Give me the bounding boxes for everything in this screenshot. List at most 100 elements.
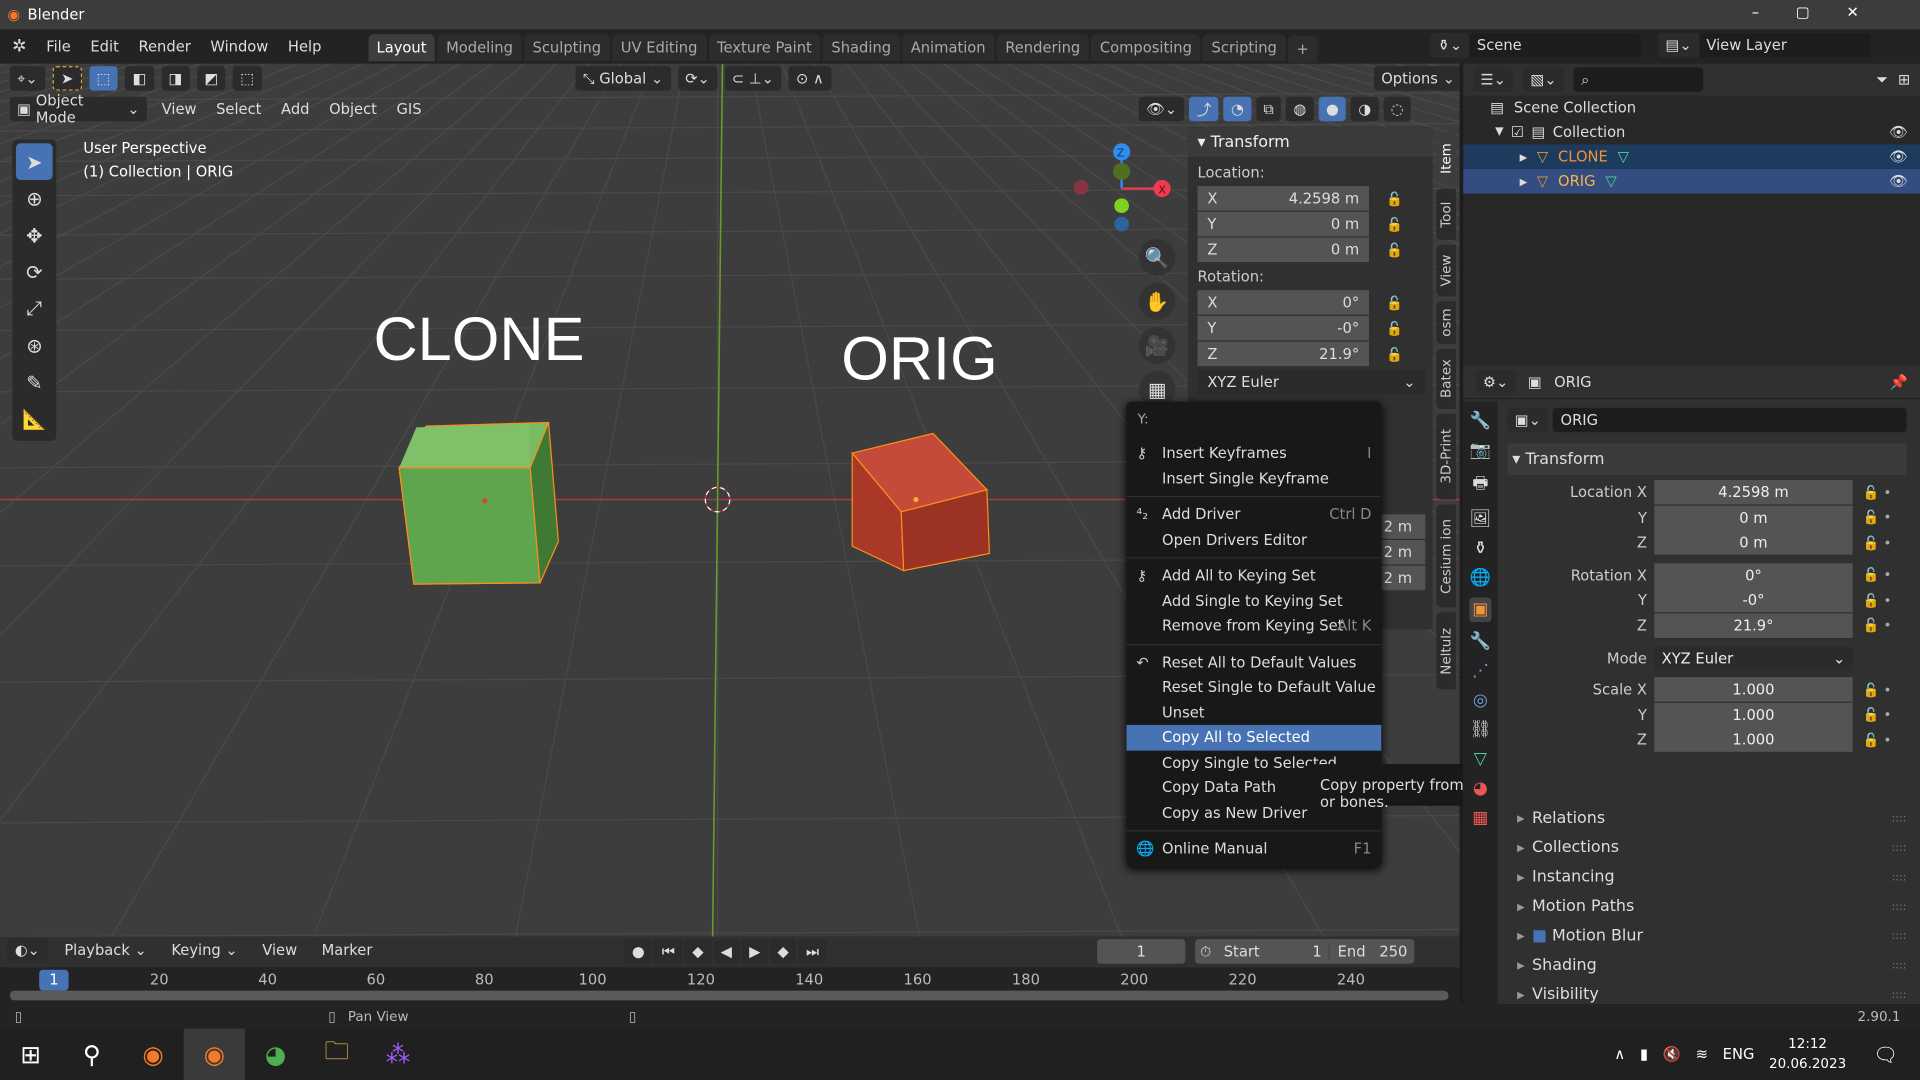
orig-text-object[interactable]: ORIG <box>841 323 997 394</box>
blender-menu-icon[interactable]: ✲ <box>0 37 36 57</box>
tab-uv-editing[interactable]: UV Editing <box>612 34 706 62</box>
playhead[interactable]: 1 <box>39 969 69 991</box>
clone-text-object[interactable]: CLONE <box>373 304 584 375</box>
collection-row[interactable]: ▼ ☑ ▤ Collection 👁 <box>1463 120 1920 144</box>
tab-rendering[interactable]: Rendering <box>996 34 1089 62</box>
object-tab-icon[interactable]: ▣ <box>1469 597 1491 623</box>
tab-sculpting[interactable]: Sculpting <box>523 34 610 62</box>
rotation-z-field[interactable]: Z 21.9° <box>1197 341 1369 367</box>
view-layer-field[interactable]: View Layer <box>1698 33 1871 58</box>
scene-collection-row[interactable]: ▤ Scene Collection <box>1463 96 1920 120</box>
checkbox[interactable]: ☑ <box>1511 124 1524 141</box>
timeline-scrollbar[interactable] <box>9 990 1449 1001</box>
tool-tab-icon[interactable]: 🔧 <box>1470 411 1491 431</box>
panel-motion-blur[interactable]: ▶ ■ Motion Blur:::: <box>1507 921 1906 950</box>
menu-item-unset[interactable]: Unset <box>1127 700 1382 725</box>
tab-compositing[interactable]: Compositing <box>1091 34 1201 62</box>
particles-tab-icon[interactable]: ⋰ <box>1472 661 1489 681</box>
editor-type-icon[interactable]: ⚙⌄ <box>1475 369 1516 394</box>
rotation-y-field[interactable]: Y -0° <box>1197 315 1369 341</box>
eye-icon[interactable]: 👁 <box>1889 173 1908 190</box>
data-tab-icon[interactable]: ▽ <box>1474 749 1487 769</box>
constraints-tab-icon[interactable]: ⛓ <box>1470 720 1492 740</box>
search-icon[interactable]: ⚲ <box>61 1029 122 1080</box>
play-reverse-icon[interactable]: ◀ <box>713 939 740 964</box>
tab-shading[interactable]: Shading <box>822 34 900 62</box>
location-field[interactable]: 0 m <box>1654 505 1853 530</box>
tab-texture-paint[interactable]: Texture Paint <box>708 34 821 62</box>
pan-hand-icon[interactable]: ✋ <box>1138 282 1176 320</box>
lock-icon[interactable]: 🔓 • <box>1862 732 1891 748</box>
zoom-icon[interactable]: 🔍 <box>1138 238 1176 276</box>
timeline-menu-marker[interactable]: Marker <box>312 942 382 959</box>
menu-render[interactable]: Render <box>129 38 201 55</box>
dimension-field[interactable]: 2 m <box>1381 540 1426 565</box>
stopwatch-icon[interactable]: ⏱ <box>1195 942 1216 960</box>
sidebar-tab-tool[interactable]: Tool <box>1436 188 1456 241</box>
timeline-menu-keying[interactable]: Keying ⌄ <box>162 942 248 959</box>
menu-window[interactable]: Window <box>201 38 279 55</box>
tray-chevron-icon[interactable]: ∧ <box>1614 1046 1625 1063</box>
camera-view-icon[interactable]: 🎥 <box>1138 326 1176 364</box>
lock-icon[interactable]: 🔓 <box>1386 347 1403 363</box>
battery-icon[interactable]: ▮ <box>1640 1046 1648 1063</box>
lock-icon[interactable]: 🔓 • <box>1862 617 1891 633</box>
sidebar-tab-neltulz[interactable]: Neltulz <box>1436 612 1456 690</box>
jump-end-icon[interactable]: ⏭ <box>798 939 827 964</box>
tab-layout[interactable]: Layout <box>367 34 436 62</box>
view-layer-tab-icon[interactable]: 🖼 <box>1470 509 1492 529</box>
location-y-field[interactable]: Y 0 m <box>1197 211 1369 237</box>
lock-icon[interactable]: 🔓 • <box>1862 592 1891 608</box>
lock-icon[interactable]: 🔓 <box>1386 321 1403 337</box>
lock-icon[interactable]: 🔓 • <box>1862 567 1891 583</box>
tab-animation[interactable]: Animation <box>902 34 995 62</box>
windows-start-icon[interactable]: ⊞ <box>0 1029 61 1080</box>
prev-keyframe-icon[interactable]: ◆ <box>684 939 711 964</box>
display-mode-icon[interactable]: ▧⌄ <box>1523 67 1564 92</box>
menu-item-add-single-to-keying-set[interactable]: Add Single to Keying Set <box>1127 588 1382 613</box>
chrome-icon[interactable]: ◕ <box>245 1029 306 1080</box>
filter-icon[interactable]: ⏷ <box>1876 70 1888 88</box>
lock-icon[interactable]: 🔓 • <box>1862 535 1891 551</box>
transform-section-header[interactable]: ▾ Transform <box>1507 443 1907 476</box>
timeline-menu-view[interactable]: View <box>252 942 306 959</box>
menu-item-online-manual[interactable]: 🌐 Online Manual F1 <box>1127 836 1382 861</box>
panel-shading[interactable]: ▶ Shading:::: <box>1507 951 1906 980</box>
drag-handle-icon[interactable]: :::: <box>1892 901 1907 913</box>
material-tab-icon[interactable]: ◕ <box>1473 779 1488 799</box>
physics-tab-icon[interactable]: ◎ <box>1473 691 1488 711</box>
menu-item-reset-all-to-default-values[interactable]: ↶ Reset All to Default Values <box>1127 650 1382 675</box>
file-explorer-icon[interactable]: 🗀 <box>306 1029 367 1080</box>
dimension-field[interactable]: 2 m <box>1381 514 1426 539</box>
record-icon[interactable]: ● <box>624 939 653 964</box>
blender-active-app-icon[interactable]: ◉ <box>183 1028 245 1080</box>
drag-handle-icon[interactable]: :::: <box>1892 812 1907 824</box>
volume-muted-icon[interactable]: 🔇 <box>1663 1046 1681 1063</box>
panel-instancing[interactable]: ▶ Instancing:::: <box>1507 863 1906 892</box>
location-x-field[interactable]: X 4.2598 m <box>1197 186 1369 211</box>
new-collection-icon[interactable]: ⊞ <box>1898 71 1910 88</box>
scale-field[interactable]: 1.000 <box>1654 702 1853 727</box>
rotation-mode-dropdown[interactable]: XYZ Euler ⌄ <box>1654 646 1853 671</box>
location-field[interactable]: 4.2598 m <box>1654 480 1853 505</box>
figma-icon[interactable]: ⁂ <box>367 1029 428 1080</box>
scale-field[interactable]: 1.000 <box>1654 727 1853 752</box>
menu-item-remove-from-keying-set[interactable]: Remove from Keying Set Alt K <box>1127 613 1382 638</box>
sidebar-tab-item[interactable]: Item <box>1436 132 1456 184</box>
lock-icon[interactable]: 🔓 • <box>1862 485 1891 501</box>
tab-scripting[interactable]: Scripting <box>1202 34 1286 62</box>
menu-file[interactable]: File <box>36 38 80 55</box>
texture-tab-icon[interactable]: ▦ <box>1472 808 1488 828</box>
lock-icon[interactable]: 🔓 <box>1386 191 1403 207</box>
timeline-ruler[interactable]: 1 20 40 60 80 100 120 140 160 180 200 220 240 <box>0 967 1460 1005</box>
sidebar-tab-3d-print[interactable]: 3D-Print <box>1436 413 1456 500</box>
world-tab-icon[interactable]: 🌐 <box>1470 568 1491 588</box>
eye-icon[interactable]: 👁 <box>1889 148 1908 165</box>
eye-icon[interactable]: 👁 <box>1889 124 1908 141</box>
scene-field[interactable]: Scene <box>1469 33 1641 58</box>
panel-motion-paths[interactable]: ▶ Motion Paths:::: <box>1507 892 1906 921</box>
menu-item-copy-all-to-selected[interactable]: Copy All to Selected <box>1126 724 1382 751</box>
menu-item-open-drivers-editor[interactable]: Open Drivers Editor <box>1127 527 1382 552</box>
panel-relations[interactable]: ▶ Relations:::: <box>1507 804 1906 833</box>
location-z-field[interactable]: Z 0 m <box>1197 237 1369 263</box>
